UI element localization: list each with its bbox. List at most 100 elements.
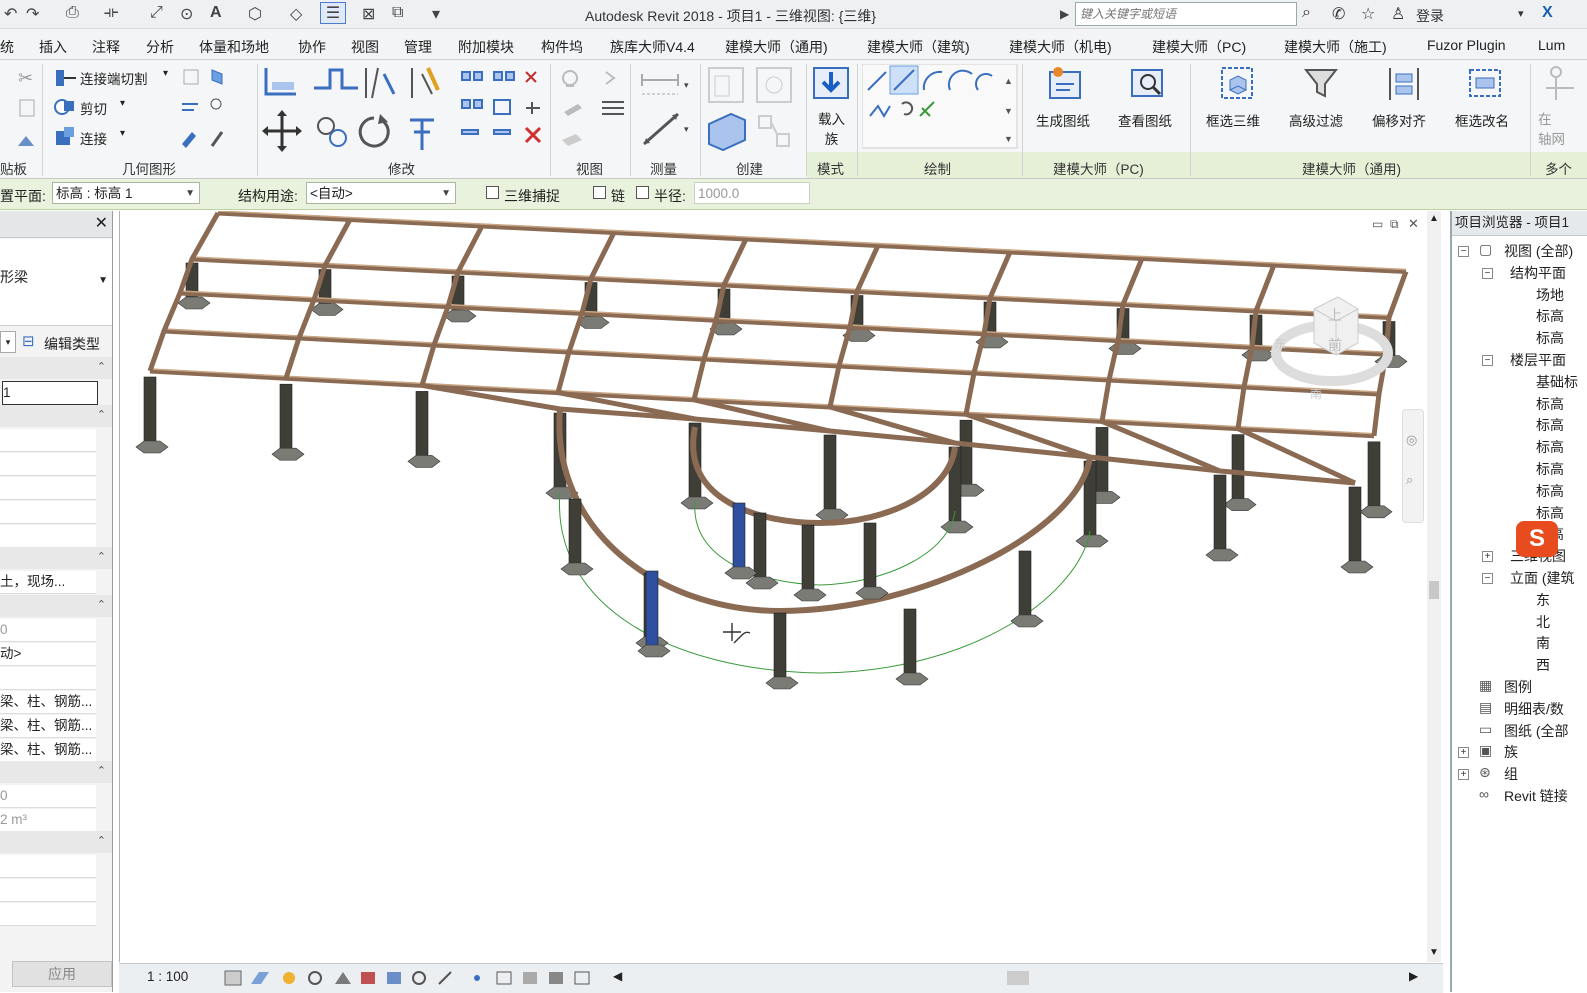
property-row[interactable] [0,667,96,690]
column[interactable] [415,391,429,462]
tree-node[interactable]: 标高 [1536,306,1564,326]
section-header[interactable]: ⌃ [0,405,112,427]
qat-dropdown-icon[interactable]: ▾ [432,4,440,24]
tab-bim-mep[interactable]: 建模大师（机电) [1009,37,1112,57]
tab-insert[interactable]: 插入 [39,37,67,57]
generate-sheet-icon[interactable] [1046,64,1086,104]
zoom-icon[interactable]: ⌕ [1406,472,1413,488]
thin-lines-icon[interactable]: ☰ [320,2,346,24]
tree-node[interactable]: 立面 (建筑 [1510,568,1575,588]
snap-3d-checkbox[interactable] [486,186,499,199]
scroll-thumb[interactable] [1429,581,1439,599]
property-field[interactable]: 1 [2,381,98,405]
property-row[interactable] [0,525,96,548]
draw-tools[interactable]: ▲ ▼ ▼ [862,64,1022,150]
column-footing[interactable] [1359,505,1393,519]
radius-checkbox[interactable] [636,186,649,199]
modify-tools[interactable] [262,64,552,156]
tree-node[interactable]: 视图 (全部) [1504,241,1573,261]
measure-tools[interactable]: ▾▾ [636,64,696,154]
hscroll-left-icon[interactable]: ◀ [613,969,622,983]
property-row[interactable] [0,453,96,476]
column-footing[interactable] [940,520,974,534]
scale-label[interactable]: 1 : 100 [147,969,188,984]
beam[interactable] [163,328,1380,397]
login-dropdown-icon[interactable]: ▾ [1518,7,1524,20]
join-dropdown-icon[interactable]: ▾ [120,128,125,139]
hscroll-right-icon[interactable]: ▶ [1409,969,1418,983]
close-icon[interactable]: ✕ [95,213,108,233]
column-footing[interactable] [1205,548,1239,562]
user-icon[interactable]: ♙ [1391,4,1405,24]
tree-node[interactable]: 标高 [1536,459,1564,479]
column[interactable] [903,608,917,680]
column-footing[interactable] [793,588,827,602]
search-input[interactable] [1076,3,1292,25]
tab-bim-construction[interactable]: 建模大师（施工) [1284,37,1387,57]
tree-expander[interactable]: − [1482,267,1493,279]
offset-align-icon[interactable] [1384,64,1424,104]
edit-type-icon[interactable]: ⊟ [22,332,35,350]
tab-addins[interactable]: 附加模块 [458,37,514,57]
property-row[interactable] [0,477,96,500]
column-footing[interactable] [560,562,594,576]
type-selector[interactable]: 形梁 ▼ [0,239,112,326]
tree-expander[interactable]: + [1458,769,1469,781]
tree-expander[interactable]: + [1482,551,1493,563]
tree-node[interactable]: 北 [1536,612,1550,632]
3d-viewport[interactable]: ▭ ⧉ ✕ 上 前 东 南 ◎ ⌕ [119,211,1444,962]
geometry-small-tools[interactable] [178,64,238,154]
load-family-icon[interactable] [812,66,852,106]
box-3d-button[interactable]: 框选三维 [1206,110,1260,130]
beam[interactable] [191,256,1390,320]
column-footing[interactable] [135,440,169,454]
tab-bim-arch[interactable]: 建模大师（建筑) [867,37,970,57]
column-footing[interactable] [310,303,344,316]
viewcube-top-label[interactable]: 上 [1328,305,1342,325]
cut-dropdown-icon[interactable]: ▾ [120,98,125,109]
column-footing[interactable] [1010,614,1044,628]
load-family-button[interactable]: 载入 族 [818,110,845,150]
column[interactable] [863,522,877,594]
section-header[interactable]: ⌃ [0,831,112,853]
advanced-filter-button[interactable]: 高级过滤 [1289,110,1343,130]
column-footing[interactable] [745,576,779,590]
edit-type-button[interactable]: 编辑类型 [44,334,100,354]
property-row[interactable]: 动> [0,643,96,666]
join-button[interactable]: 连接 [80,128,107,148]
tree-node[interactable]: 图例 [1504,677,1532,697]
measure-icon[interactable]: ⟛ [104,4,119,22]
column-footing[interactable] [680,496,714,510]
beam-highlight[interactable] [191,256,1390,317]
cut-join-button[interactable]: 连接端切割 [80,68,148,88]
text-icon[interactable]: A [210,4,222,22]
viewcube-south-label[interactable]: 南 [1310,385,1322,402]
place-plane-select[interactable]: 标高 : 标高 1 ▼ [52,182,200,204]
section-icon[interactable]: ◇ [290,4,302,24]
cut-join-icon[interactable] [52,66,80,92]
column[interactable] [801,524,815,596]
tab-collaborate[interactable]: 协作 [298,37,326,57]
apply-button[interactable]: 应用 [12,961,112,987]
tab-family-master[interactable]: 族库大师V4.4 [610,37,695,57]
property-row[interactable] [0,903,96,926]
view-sheet-button[interactable]: 查看图纸 [1118,110,1172,130]
property-row[interactable] [0,429,96,452]
steering-wheel-icon[interactable]: ◎ [1406,432,1417,448]
column[interactable] [143,376,157,448]
binoculars-icon[interactable]: ⌕ [1302,4,1311,22]
tree-node[interactable]: 楼层平面 [1510,350,1566,370]
column-footing[interactable] [1223,498,1257,511]
undo-icon[interactable]: ↶ [4,4,17,24]
column[interactable] [1018,550,1032,622]
tab-fuzor[interactable]: Fuzor Plugin [1427,37,1506,53]
tree-expander[interactable]: − [1482,355,1493,366]
tree-node[interactable]: 结构平面 [1510,263,1566,283]
tab-manage[interactable]: 管理 [404,37,432,57]
favorites-icon[interactable]: ☆ [1361,4,1375,24]
create-tools[interactable] [705,64,800,154]
section-header[interactable]: ⌃ [0,595,112,617]
restore-icon[interactable]: ⧉ [1390,217,1399,232]
column-footing[interactable] [1340,560,1374,574]
tree-node[interactable]: 标高 [1536,328,1564,348]
